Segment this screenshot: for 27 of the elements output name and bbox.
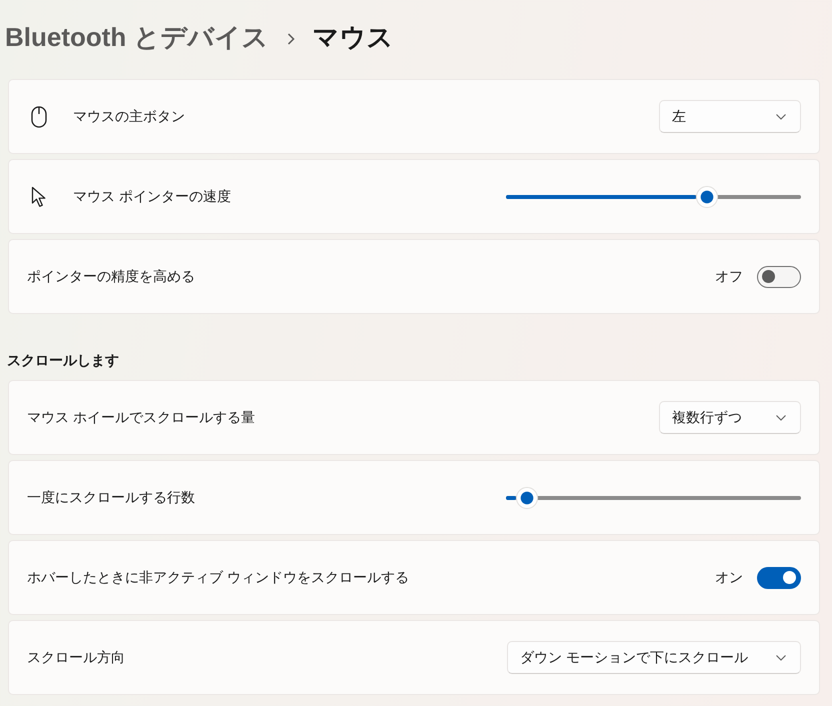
toggle-switch[interactable] (757, 566, 801, 588)
slider-thumb[interactable] (696, 186, 718, 208)
chevron-down-icon (776, 414, 786, 420)
setting-label: スクロール方向 (27, 648, 126, 666)
slider-track[interactable] (506, 186, 801, 208)
toggle-state-label: オフ (715, 268, 743, 286)
setting-label: マウスの主ボタン (73, 108, 186, 126)
toggle-state-label: オン (715, 568, 743, 586)
dropdown[interactable]: 複数行ずつ (659, 401, 801, 434)
mouse-icon (31, 106, 47, 128)
slider-thumb[interactable] (516, 486, 538, 508)
dropdown[interactable]: 左 (659, 100, 801, 133)
chevron-down-icon (776, 654, 786, 660)
chevron-right-icon (286, 32, 295, 44)
slider-track[interactable] (506, 486, 801, 508)
toggle-switch[interactable] (757, 266, 801, 288)
setting-label: 一度にスクロールする行数 (27, 488, 196, 506)
cursor-icon (31, 186, 47, 208)
section-heading: スクロールします (7, 351, 120, 370)
dropdown[interactable]: ダウン モーションで下にスクロール (507, 641, 801, 674)
setting-label: マウス ホイールでスクロールする量 (27, 408, 256, 426)
chevron-down-icon (776, 114, 786, 120)
breadcrumb-link[interactable]: Bluetooth とデバイス (5, 20, 269, 55)
setting-label: ポインターの精度を高める (27, 268, 196, 286)
setting-label: ホバーしたときに非アクティブ ウィンドウをスクロールする (27, 568, 410, 586)
page-title: マウス (312, 21, 394, 54)
setting-label: マウス ポインターの速度 (73, 188, 232, 206)
